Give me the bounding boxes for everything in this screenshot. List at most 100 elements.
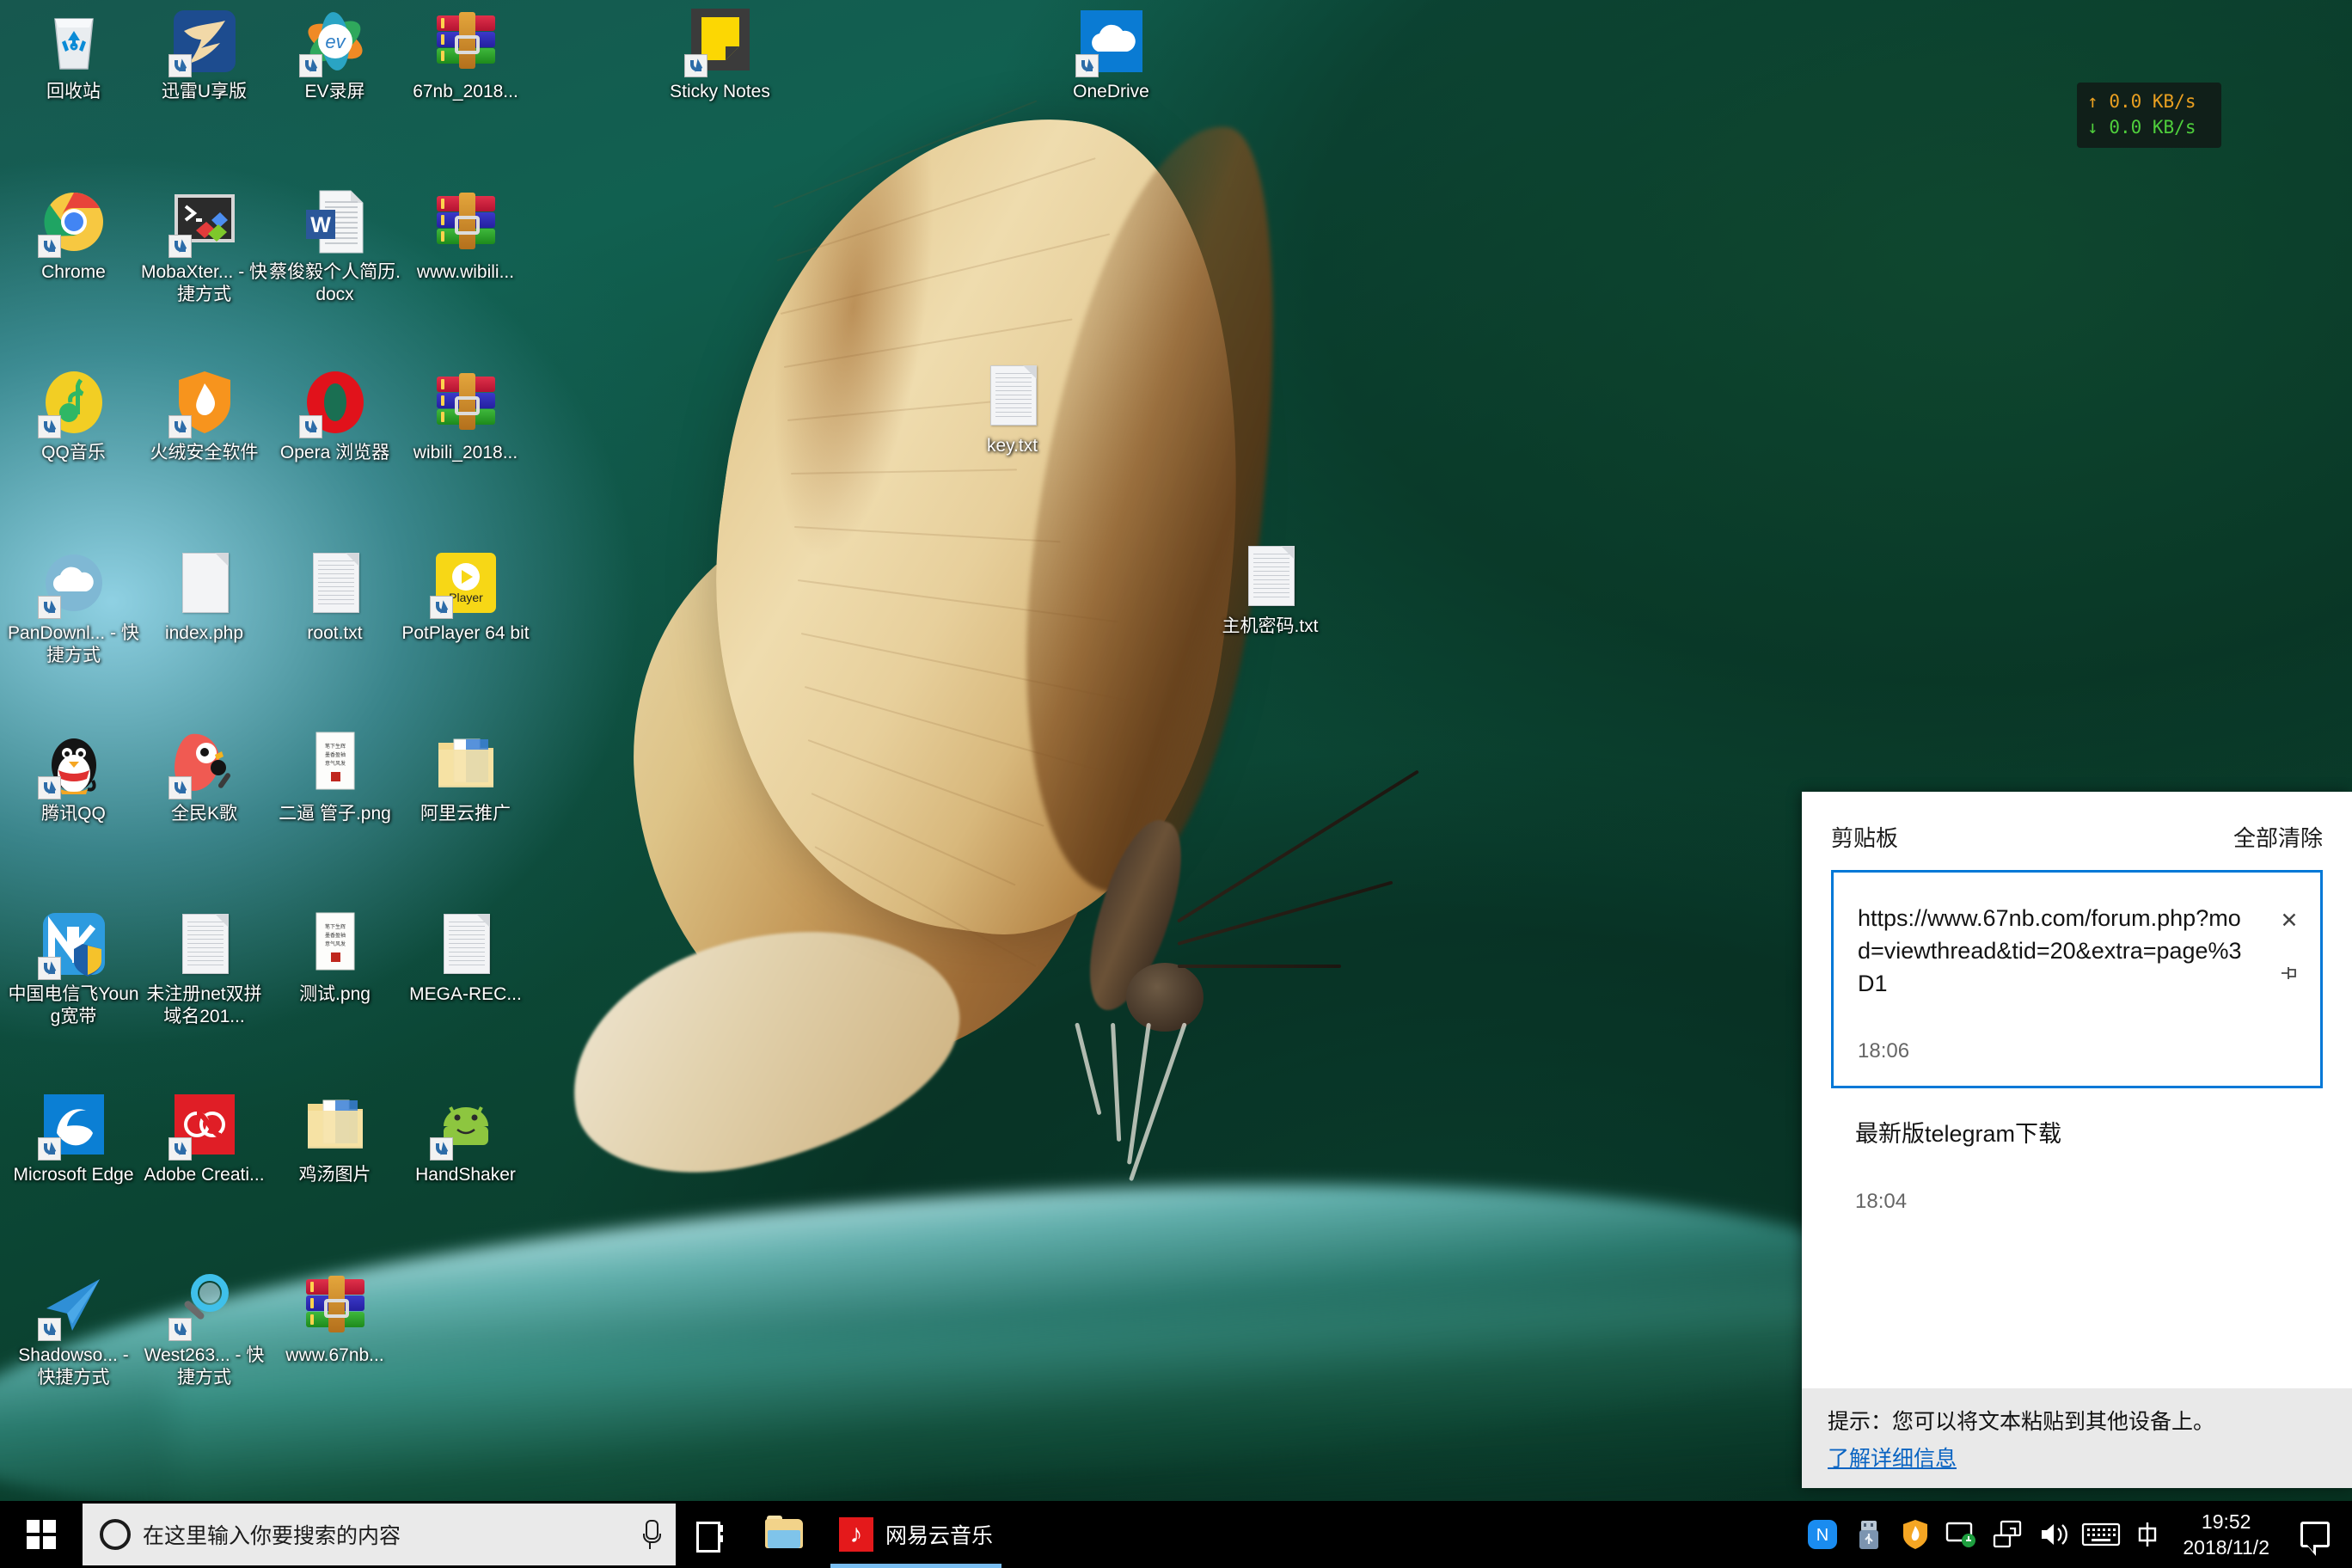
file-page-icon: [1247, 546, 1295, 606]
desktop-icon-handshaker-android-icon[interactable]: HandShaker: [399, 1090, 532, 1186]
action-center-button[interactable]: [2285, 1501, 2345, 1568]
desktop-icon-thunder-xunlei-icon[interactable]: 迅雷U享版: [138, 7, 271, 103]
desktop-icon-pandownload-icon[interactable]: PanDownl... - 快捷方式: [7, 548, 140, 667]
desktop-icon-tencent-qq-icon[interactable]: 腾讯QQ: [7, 729, 140, 825]
microphone-icon[interactable]: [640, 1520, 661, 1549]
desktop-icon-quanmin-ktv-icon[interactable]: 全民K歌: [138, 729, 271, 825]
desktop-icon-google-chrome-icon[interactable]: Chrome: [7, 187, 140, 284]
desktop-icon-label: 67nb_2018...: [413, 82, 518, 101]
clipboard-history-panel[interactable]: 剪贴板 全部清除 https://www.67nb.com/forum.php?…: [1802, 792, 2352, 1488]
shortcut-overlay-icon: [37, 235, 61, 258]
desktop-icon-text-file-icon[interactable]: 未注册net双拼域名201...: [138, 910, 271, 1028]
clipboard-item-text: https://www.67nb.com/forum.php?mod=viewt…: [1858, 905, 2242, 996]
taskbar-search-box[interactable]: 在这里输入你要搜索的内容: [83, 1504, 676, 1565]
clipboard-item-timestamp: 18:06: [1858, 1039, 1910, 1063]
taskbar-clock[interactable]: 19:52 2018/11/2: [2171, 1509, 2285, 1560]
desktop-icon-west263-icon[interactable]: West263... - 快捷方式: [138, 1271, 271, 1389]
desktop-icon-mobaxterm-icon[interactable]: MobaXter... - 快捷方式: [138, 187, 271, 306]
desktop-icon-folder-icon[interactable]: 阿里云推广: [399, 729, 532, 825]
file-page-icon: [312, 553, 359, 613]
ime-chinese-icon[interactable]: [2124, 1501, 2171, 1568]
desktop-icon-onedrive-icon[interactable]: OneDrive: [1044, 7, 1178, 103]
shortcut-overlay-icon: [37, 957, 61, 980]
clipboard-item[interactable]: https://www.67nb.com/forum.php?mod=viewt…: [1831, 870, 2323, 1088]
butterfly-antenna: [1177, 880, 1393, 946]
netease-music-taskbar-button[interactable]: ♪ 网易云音乐: [820, 1501, 1012, 1568]
netease-music-icon: ♪: [839, 1517, 873, 1552]
desktop-icon-label: index.php: [164, 623, 244, 643]
desktop-icon-recycle-bin-icon[interactable]: 回收站: [7, 7, 140, 103]
shortcut-overlay-icon: [298, 54, 322, 77]
touch-keyboard-icon[interactable]: [2078, 1501, 2124, 1568]
shortcut-overlay-icon: [168, 1137, 192, 1161]
netease-music-label: 网易云音乐: [885, 1524, 994, 1548]
shortcut-overlay-icon: [168, 415, 192, 438]
desktop-icon-winrar-archive-icon[interactable]: wibili_2018...: [399, 368, 532, 464]
desktop-icon-opera-browser-icon[interactable]: Opera 浏览器: [268, 368, 401, 464]
desktop-icon-image-file-icon[interactable]: 笔下生辉 墨香盈袖 意气风发 二逼 管子.png: [268, 729, 401, 825]
desktop-icon-label: 蔡俊毅个人简历.docx: [269, 262, 401, 304]
clipboard-item-timestamp: 18:04: [1855, 1190, 1908, 1213]
start-button[interactable]: [0, 1501, 83, 1568]
desktop-icon-potplayer-icon[interactable]: Player PotPlayer 64 bit: [399, 548, 532, 645]
clipboard-item[interactable]: 最新版telegram下载 18:04: [1831, 1088, 2323, 1273]
desktop-icon-text-file-icon[interactable]: root.txt: [268, 548, 401, 645]
close-icon[interactable]: ✕: [2277, 909, 2301, 933]
usb-device-icon[interactable]: [1846, 1501, 1892, 1568]
desktop-icon-image-file-icon[interactable]: 笔下生辉 墨香盈袖 意气风发 测试.png: [268, 910, 401, 1006]
desktop-icon-telecom-broadband-icon[interactable]: 中国电信飞Young宽带: [7, 910, 140, 1028]
desktop-icon-huorong-security-icon[interactable]: 火绒安全软件: [138, 368, 271, 464]
screen-cast-icon[interactable]: [1939, 1501, 1985, 1568]
desktop-icon-label: MEGA-REC...: [409, 984, 522, 1004]
desktop-icon-ev-recorder-icon[interactable]: ev EV录屏: [268, 7, 401, 103]
desktop-icon-winrar-archive-icon[interactable]: www.67nb...: [268, 1271, 401, 1367]
network-speed-widget[interactable]: ↑ 0.0 KB/s ↓ 0.0 KB/s: [2077, 83, 2221, 148]
desktop-icon-label: wibili_2018...: [413, 443, 518, 462]
clear-all-button[interactable]: 全部清除: [2233, 821, 2323, 853]
desktop-icon-adobe-creative-cloud-icon[interactable]: Adobe Creati...: [138, 1090, 271, 1186]
desktop-icon-label: Adobe Creati...: [144, 1165, 265, 1185]
clock-time: 19:52: [2201, 1510, 2251, 1533]
learn-more-link[interactable]: 了解详细信息: [1828, 1442, 1957, 1473]
volume-icon[interactable]: [2031, 1501, 2078, 1568]
desktop-icon-qq-music-icon[interactable]: QQ音乐: [7, 368, 140, 464]
shortcut-overlay-icon: [1075, 54, 1099, 77]
file-explorer-button[interactable]: [748, 1501, 820, 1568]
desktop-icon-folder-icon[interactable]: 鸡汤图片: [268, 1090, 401, 1186]
desktop-icon-label: Shadowso... - 快捷方式: [18, 1345, 129, 1387]
network-icon[interactable]: [1985, 1501, 2031, 1568]
shortcut-overlay-icon: [683, 54, 707, 77]
shortcut-overlay-icon: [37, 1318, 61, 1341]
desktop-icon-text-file-icon[interactable]: key.txt: [946, 361, 1079, 457]
desktop-icon-shadowsocks-icon[interactable]: Shadowso... - 快捷方式: [7, 1271, 140, 1389]
shortcut-overlay-icon: [37, 776, 61, 799]
shortcut-overlay-icon: [429, 596, 453, 619]
desktop-icon-winrar-archive-icon[interactable]: www.wibili...: [399, 187, 532, 284]
desktop-icon-sticky-notes-icon[interactable]: Sticky Notes: [653, 7, 787, 103]
shortcut-overlay-icon: [168, 1318, 192, 1341]
desktop-icon-label: 二逼 管子.png: [279, 804, 391, 824]
desktop-icon-label: EV录屏: [304, 82, 365, 101]
desktop-icon-label: 未注册net双拼域名201...: [146, 984, 262, 1026]
desktop-icon-label: MobaXter... - 快捷方式: [140, 262, 268, 304]
pin-icon[interactable]: [2277, 962, 2301, 986]
desktop-icon-winrar-archive-icon[interactable]: 67nb_2018...: [399, 7, 532, 103]
desktop-icon-label: PanDownl... - 快捷方式: [8, 623, 139, 665]
desktop-icon-label: 鸡汤图片: [298, 1165, 371, 1185]
huorong-shield-icon[interactable]: [1892, 1501, 1939, 1568]
netkeeper-icon[interactable]: N: [1799, 1501, 1846, 1568]
desktop-icon-label: PotPlayer 64 bit: [401, 623, 530, 643]
desktop-icon-file-blank-icon[interactable]: index.php: [138, 548, 271, 645]
butterfly-leg: [1075, 1022, 1102, 1116]
task-view-button[interactable]: [676, 1501, 748, 1568]
clipboard-item-text: 最新版telegram下载: [1855, 1121, 2062, 1147]
desktop-icon-label: QQ音乐: [41, 443, 106, 462]
desktop-icon-word-document-icon[interactable]: W 蔡俊毅个人简历.docx: [268, 187, 401, 306]
desktop-icon-text-file-icon[interactable]: MEGA-REC...: [399, 910, 532, 1006]
desktop-icon-label: 测试.png: [299, 984, 371, 1004]
svg-text:意气风发: 意气风发: [324, 760, 345, 767]
desktop-icon-microsoft-edge-icon[interactable]: Microsoft Edge: [7, 1090, 140, 1186]
desktop-icon-text-file-icon[interactable]: 主机密码.txt: [1204, 542, 1337, 638]
desktop-icon-label: Sticky Notes: [670, 82, 770, 101]
desktop-icon-label: 主机密码.txt: [1222, 616, 1319, 636]
